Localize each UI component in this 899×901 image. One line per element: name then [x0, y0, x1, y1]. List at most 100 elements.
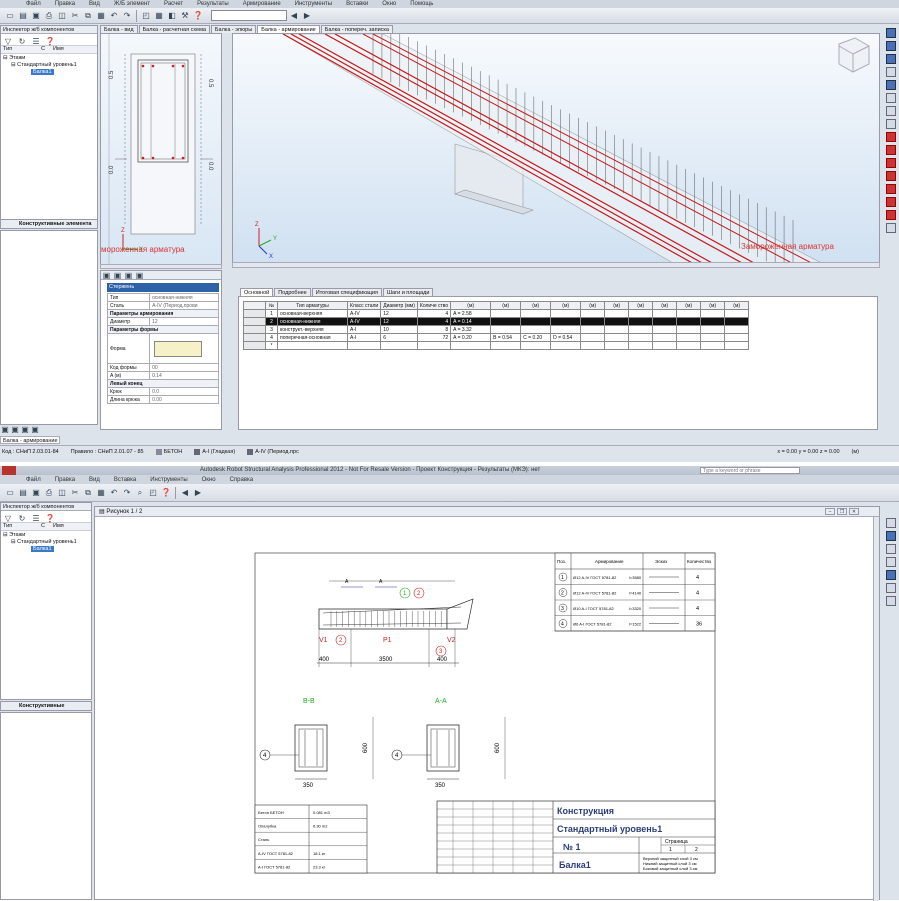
tool-icon[interactable] [886, 210, 896, 220]
tool-icon[interactable] [886, 570, 896, 580]
table-row[interactable]: 2 основная-нижняя A-IV 12 4 A = 0.14 [243, 317, 750, 326]
table-cell[interactable]: A = 3.32 [450, 325, 492, 334]
table-cell[interactable]: 2 [265, 317, 278, 326]
column-header[interactable]: Класс стали [346, 301, 382, 310]
menu-window[interactable]: Окно [376, 1, 402, 7]
tree-level[interactable]: ⊟ Стандартный уровень1 [3, 539, 77, 546]
open-icon[interactable]: ▤ [17, 10, 29, 22]
table-cell[interactable]: 8 [416, 325, 452, 334]
table-cell[interactable]: * [265, 341, 278, 350]
column-header[interactable]: (м) [628, 301, 654, 310]
row-index[interactable] [243, 333, 266, 342]
status-rule[interactable]: Правило : СНиП 2.01.07 - 85 [71, 448, 144, 456]
col-type[interactable]: Тип [1, 523, 41, 530]
table-cell[interactable]: C = 0.20 [520, 333, 552, 342]
redo-icon[interactable]: ↷ [121, 10, 133, 22]
table-cell[interactable] [700, 333, 726, 342]
table-cell[interactable]: 4 [265, 333, 278, 342]
table-cell[interactable] [628, 317, 654, 326]
column-header[interactable]: (м) [490, 301, 522, 310]
konstr-bar[interactable]: Конструктивные элемента [0, 219, 98, 229]
redo-icon[interactable]: ↷ [121, 487, 133, 499]
menu-window[interactable]: Окно [196, 477, 222, 483]
property-row[interactable]: Левый конец [107, 379, 219, 388]
tool-icon[interactable] [886, 557, 896, 567]
tool-icon[interactable] [886, 223, 896, 233]
tool-icon[interactable] [886, 184, 896, 194]
table-cell[interactable] [652, 341, 678, 350]
table-cell[interactable]: A-I [346, 333, 382, 342]
table-row[interactable]: 4 поперечная-основная A-I 6 72 A = 0.20 B = 0.… [243, 333, 750, 342]
column-header[interactable]: (м) [450, 301, 492, 310]
table-cell[interactable] [724, 309, 750, 318]
table-cell[interactable] [490, 341, 522, 350]
property-row[interactable]: Тип основная-нижняя [106, 293, 219, 302]
tree-level[interactable]: ⊟ Стандартный уровень1 [3, 62, 77, 69]
table-cell[interactable] [520, 325, 552, 334]
tree-floors[interactable]: ⊟ Этажи [3, 55, 77, 62]
column-header[interactable]: Диаметр (мм) [380, 301, 418, 310]
minimize-icon[interactable]: – [825, 508, 835, 515]
tree-beam[interactable]: Балка1 [3, 69, 77, 76]
tool-icon[interactable]: ▣ [113, 271, 122, 280]
save-icon[interactable]: ▣ [30, 10, 42, 22]
menu-analysis[interactable]: Расчет [158, 1, 189, 7]
table-cell[interactable] [520, 309, 552, 318]
table-cell[interactable]: 72 [416, 333, 452, 342]
table-cell[interactable]: A-IV [346, 317, 382, 326]
table-cell[interactable] [652, 309, 678, 318]
menu-tools[interactable]: Инструменты [289, 1, 338, 7]
property-value[interactable]: 12 [149, 317, 219, 326]
table-cell[interactable] [724, 341, 750, 350]
menu-edit[interactable]: Правка [49, 1, 81, 7]
property-row[interactable]: Форма [106, 333, 219, 364]
tab-icon[interactable]: ▣ [11, 425, 19, 434]
close-icon[interactable]: ✕ [849, 508, 859, 515]
help-icon[interactable]: ❓ [160, 487, 172, 499]
col-name[interactable]: Имя [53, 523, 64, 530]
status-unit[interactable]: (м) [852, 448, 899, 456]
property-row[interactable]: Сталь A-IV (Период.прови [106, 301, 219, 310]
col-type[interactable]: Тип [1, 46, 41, 53]
table-cell[interactable] [724, 317, 750, 326]
open-icon[interactable]: ▤ [17, 487, 29, 499]
copy-icon[interactable]: ⧉ [82, 10, 94, 22]
table-cell[interactable] [550, 309, 582, 318]
tab-beam-note[interactable]: Балка - попереч. записка [320, 25, 393, 33]
menu-help[interactable]: Помощь [404, 1, 439, 7]
col-name[interactable]: Имя [53, 46, 64, 53]
col-c[interactable]: С [41, 46, 53, 53]
property-row[interactable]: Параметры армирования [107, 309, 219, 318]
table-cell[interactable] [628, 333, 654, 342]
table-cell[interactable]: конструкт.-верхняя [277, 325, 348, 334]
restore-icon[interactable]: ❐ [837, 508, 847, 515]
table-cell[interactable]: основная-верхняя [277, 309, 348, 318]
tab-details[interactable]: Подробнее [274, 288, 311, 296]
tree-floors[interactable]: ⊟ Этажи [3, 532, 77, 539]
section-view[interactable]: 0.5 0.0 0.5 0.0 ZY мороженная арматура [100, 33, 222, 268]
tool-icon[interactable] [886, 197, 896, 207]
table-cell[interactable]: 6 [380, 333, 418, 342]
table-cell[interactable]: A-IV [346, 309, 382, 318]
tool-icon[interactable] [886, 119, 896, 129]
table-cell[interactable] [580, 309, 606, 318]
help-icon[interactable]: ❓ [192, 10, 204, 22]
copy-icon[interactable]: ⧉ [82, 487, 94, 499]
tab-icon[interactable]: ▣ [21, 425, 29, 434]
tool-icon[interactable] [886, 171, 896, 181]
menu-rc-element[interactable]: Ж/Б элемент [108, 1, 156, 7]
property-value[interactable]: A-IV (Период.прови [149, 301, 219, 310]
status-material[interactable]: БЕТОН [155, 448, 182, 456]
table-cell[interactable]: A = 2.58 [450, 309, 492, 318]
table-cell[interactable] [628, 341, 654, 350]
row-index[interactable] [243, 341, 266, 350]
tab-main[interactable]: Основной [240, 288, 274, 296]
table-cell[interactable] [490, 309, 522, 318]
property-value[interactable] [149, 333, 219, 364]
table-cell[interactable]: A-I [346, 325, 382, 334]
column-header[interactable]: (м) [676, 301, 702, 310]
hscroll-3d[interactable] [232, 262, 880, 268]
tab-beam-view[interactable]: Балка - вид [100, 25, 138, 33]
table-cell[interactable] [520, 317, 552, 326]
table-cell[interactable] [550, 325, 582, 334]
